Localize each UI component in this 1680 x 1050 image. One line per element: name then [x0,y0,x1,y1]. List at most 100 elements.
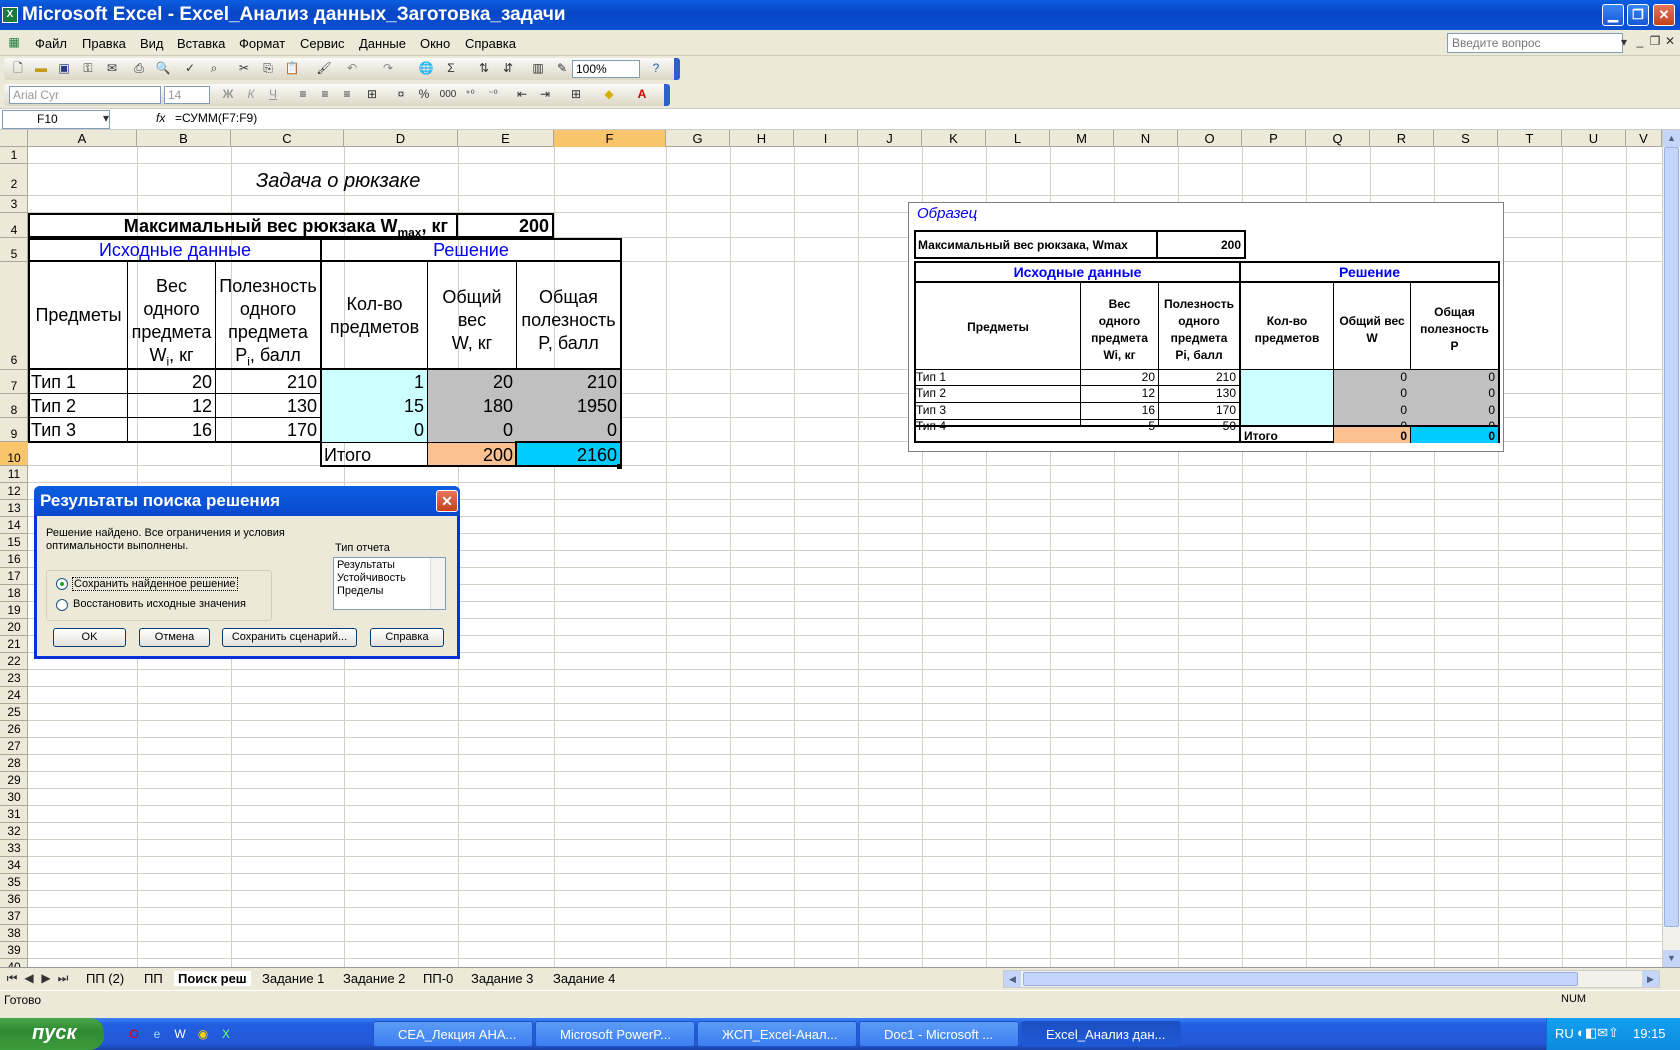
row-header[interactable]: 8 [0,394,28,418]
item-total-weight[interactable]: 0 [428,418,516,441]
row-header[interactable]: 17 [0,568,28,585]
col-header-r[interactable]: R [1370,130,1434,147]
row-header[interactable]: 27 [0,738,28,755]
print-preview-icon[interactable]: 🔍 [155,61,171,76]
menu-edit[interactable]: Правка [82,36,126,51]
item-utility[interactable]: 210 [216,370,320,393]
col-header-s[interactable]: S [1434,130,1498,147]
sample-item-utility[interactable]: 130 [1159,386,1239,400]
ok-button[interactable]: OK [53,628,126,647]
sample-item-total-weight[interactable]: 0 [1334,370,1410,384]
col-header-t[interactable]: T [1498,130,1562,147]
sample-item-total-weight[interactable]: 0 [1334,386,1410,400]
item-weight[interactable]: 12 [128,394,215,417]
select-all-corner[interactable] [0,130,28,147]
email-icon[interactable]: ✉ [104,61,120,76]
row-header[interactable]: 32 [0,823,28,840]
item-total-utility[interactable]: 1950 [517,394,620,417]
report-type-list[interactable]: Результаты Устойчивость Пределы [333,557,446,610]
autosum-icon[interactable]: Σ [443,61,459,76]
help-search-input[interactable]: Введите вопрос [1447,33,1623,53]
row-header[interactable]: 5 [0,238,28,262]
row-header[interactable]: 38 [0,925,28,942]
last-sheet-icon[interactable]: ⏭ [55,971,71,986]
decrease-decimal-icon[interactable]: ⁻⁰ [485,87,501,102]
report-item-sensitivity[interactable]: Устойчивость [337,572,442,585]
row-header[interactable]: 23 [0,670,28,687]
cancel-button[interactable]: Отмена [139,628,210,647]
row-header[interactable]: 2 [0,164,28,196]
row-header[interactable]: 20 [0,619,28,636]
menu-help[interactable]: Справка [465,36,516,51]
spelling-icon[interactable]: ✓ [182,61,198,76]
row-header[interactable]: 1 [0,147,28,164]
row-header[interactable]: 11 [0,466,28,483]
research-icon[interactable]: ⌕ [206,61,222,76]
hyperlink-icon[interactable]: 🌐 [418,61,434,76]
sheet-tab[interactable]: ПП [144,971,163,986]
col-header-j[interactable]: J [858,130,922,147]
redo-icon[interactable]: ↷ [380,61,396,76]
col-header-e[interactable]: E [458,130,554,147]
format-painter-icon[interactable]: 🖌 [316,61,332,76]
save-scenario-button[interactable]: Сохранить сценарий... [222,628,357,647]
maximize-button[interactable]: ❐ [1627,4,1649,26]
col-header-u[interactable]: U [1562,130,1626,147]
scroll-left-icon[interactable]: ◀ [1004,971,1021,987]
item-name[interactable]: Тип 1 [31,370,126,393]
fill-color-icon[interactable]: ◆ [601,87,617,102]
total-utility-value[interactable]: 2160 [517,443,620,465]
opera-icon[interactable]: O [126,1027,142,1042]
restore-values-label[interactable]: Восстановить исходные значения [73,598,246,610]
task-word-doc1[interactable]: Doc1 - Microsoft ... [859,1021,1019,1047]
item-total-weight[interactable]: 20 [428,370,516,393]
sort-desc-icon[interactable]: ⇵ [500,61,516,76]
sample-item-weight[interactable]: 16 [1081,403,1158,417]
doc-restore-icon[interactable]: ❐ [1647,34,1663,49]
scroll-right-icon[interactable]: ▶ [1642,971,1659,987]
item-name[interactable]: Тип 2 [31,394,126,417]
row-header[interactable]: 37 [0,908,28,925]
horizontal-scroll-thumb[interactable] [1023,972,1578,986]
sheet-tab[interactable]: ПП-0 [423,971,453,986]
col-header-d[interactable]: D [344,130,458,147]
col-header-i[interactable]: I [794,130,858,147]
row-header[interactable]: 34 [0,857,28,874]
col-header-c[interactable]: C [231,130,344,147]
sample-total-utility[interactable]: 0 [1411,429,1498,443]
col-header-f[interactable]: F [554,130,666,147]
restore-values-radio[interactable] [56,599,68,611]
item-weight[interactable]: 20 [128,370,215,393]
item-quantity[interactable]: 1 [322,370,427,393]
align-center-icon[interactable]: ≡ [317,87,333,102]
item-total-utility[interactable]: 210 [517,370,620,393]
keep-solution-label[interactable]: Сохранить найденное решение [72,577,238,591]
ie-icon[interactable]: e [149,1027,165,1042]
workbook-icon[interactable]: ▦ [6,35,22,50]
help-dropdown-icon[interactable]: ▾ [1616,35,1632,50]
currency-icon[interactable]: ¤ [393,87,409,102]
borders-icon[interactable]: ⊞ [568,87,584,102]
sample-item-utility[interactable]: 170 [1159,403,1239,417]
menu-data[interactable]: Данные [359,36,406,51]
dialog-close-button[interactable]: ✕ [436,490,458,512]
row-header[interactable]: 7 [0,370,28,394]
row-header[interactable]: 15 [0,534,28,551]
row-header[interactable]: 33 [0,840,28,857]
bold-button[interactable]: Ж [220,87,236,102]
row-header[interactable]: 3 [0,196,28,213]
col-header-p[interactable]: P [1242,130,1306,147]
task-powerpoint[interactable]: Microsoft PowerP... [535,1021,695,1047]
zoom-select[interactable]: 100% [572,60,640,78]
sample-item-total-utility[interactable]: 0 [1411,386,1498,400]
merge-center-icon[interactable]: ⊞ [364,87,380,102]
start-button[interactable]: пуск [0,1018,104,1050]
insert-function-button[interactable]: fx [156,111,165,125]
menu-insert[interactable]: Вставка [177,36,225,51]
sheet-tab-active[interactable]: Поиск реш [174,971,251,986]
help-icon[interactable]: ? [648,61,664,76]
sample-item-weight[interactable]: 20 [1081,370,1158,384]
copy-icon[interactable]: ⎘ [260,61,276,76]
sample-item-name[interactable]: Тип 4 [916,419,1080,433]
sample-item-utility[interactable]: 50 [1159,419,1239,433]
